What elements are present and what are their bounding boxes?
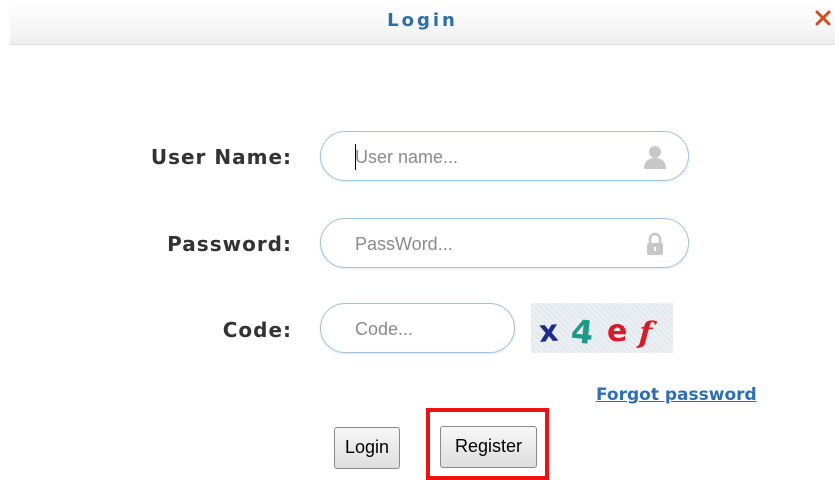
lock-icon <box>647 232 663 255</box>
dialog-title-bar: Login <box>10 0 835 45</box>
register-button[interactable]: Register <box>440 426 537 468</box>
svg-text:x: x <box>538 314 560 350</box>
code-input[interactable] <box>355 316 495 342</box>
username-field-wrapper <box>320 131 689 181</box>
dialog-title: Login <box>387 10 458 31</box>
password-field-wrapper <box>320 218 689 268</box>
username-label: User Name: <box>150 145 292 169</box>
forgot-password-link[interactable]: Forgot password <box>596 385 757 405</box>
password-label: Password: <box>167 232 292 256</box>
captcha-image[interactable]: x 4 e f <box>531 303 673 353</box>
code-field-wrapper <box>320 303 515 353</box>
svg-text:4: 4 <box>569 312 595 352</box>
username-input[interactable] <box>355 144 625 170</box>
close-icon[interactable] <box>813 8 833 28</box>
svg-text:e: e <box>607 314 627 349</box>
captcha-glyphs: x 4 e f <box>538 312 658 352</box>
code-label: Code: <box>222 318 292 342</box>
svg-text:f: f <box>636 315 658 351</box>
password-input[interactable] <box>355 231 625 257</box>
login-button[interactable]: Login <box>334 427 400 469</box>
user-icon <box>644 146 666 169</box>
text-caret <box>355 144 356 170</box>
login-dialog: Login User Name: Password: Code: x 4 <box>0 0 835 480</box>
